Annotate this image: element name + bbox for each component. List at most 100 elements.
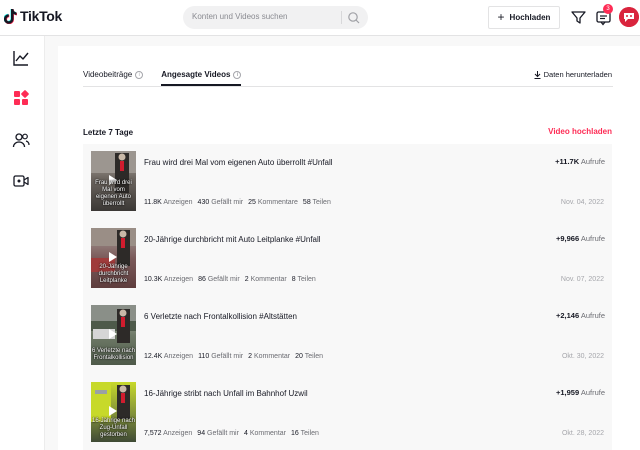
inbox-badge: 3 [603, 4, 613, 14]
analytics-chart-icon[interactable] [12, 49, 30, 67]
tab-label: Angesagte Videos [161, 70, 231, 79]
anzeigen-value: 11.8K [144, 199, 162, 206]
video-title[interactable]: Frau wird drei Mal vom eigenen Auto über… [144, 158, 333, 167]
views-delta: +9,966 Aufrufe [556, 234, 605, 243]
shares-label: Teilen [297, 276, 316, 283]
tiktok-note-icon [4, 8, 17, 24]
video-thumbnail[interactable]: 20-Jährige durchbricht Leitplanke [91, 228, 136, 288]
analytics-card: Videobeiträge i Angesagte Videos i Daten… [58, 46, 640, 450]
video-row[interactable]: 16-Jährige nach Zug-Unfall gestorben 16-… [83, 375, 612, 450]
video-stats: 7,572 Anzeigen 94 Gefällt mir 4 Kommenta… [144, 430, 319, 437]
info-icon[interactable]: i [135, 70, 144, 79]
play-icon [109, 252, 117, 262]
tab-bar: Videobeiträge i Angesagte Videos i [83, 70, 242, 86]
shares-value: 16 [291, 430, 299, 437]
play-icon [109, 406, 117, 416]
views-delta-label: Aufrufe [580, 234, 605, 243]
download-data-button[interactable]: Daten herunterladen [534, 70, 612, 79]
comments-label: Kommentar [253, 353, 291, 360]
anzeigen-label: Anzeigen [163, 353, 194, 360]
video-stats: 12.4K Anzeigen 110 Gefällt mir 2 Komment… [144, 353, 323, 360]
likes-label: Gefällt mir [207, 430, 239, 437]
video-thumbnail[interactable]: 16-Jährige nach Zug-Unfall gestorben [91, 382, 136, 442]
tab-angesagte-videos[interactable]: Angesagte Videos i [161, 70, 242, 86]
video-thumbnail[interactable]: 6 Verletzte nach Frontalkollision [91, 305, 136, 365]
comments-value: 4 [243, 430, 248, 437]
video-row[interactable]: 20-Jährige durchbricht Leitplanke 20-Jäh… [83, 221, 612, 298]
anzeigen-value: 7,572 [144, 430, 162, 437]
comments-label: Kommentare [257, 199, 298, 206]
views-delta-label: Aufrufe [580, 311, 605, 320]
shares-value: 58 [302, 199, 311, 206]
likes-value: 110 [198, 353, 210, 360]
video-date: Okt. 30, 2022 [561, 353, 604, 360]
play-icon [109, 329, 117, 339]
tab-label: Videobeiträge [83, 70, 133, 79]
shares-value: 20 [295, 353, 303, 360]
likes-label: Gefällt mir [207, 276, 240, 283]
anzeigen-label: Anzeigen [163, 276, 194, 283]
views-delta-label: Aufrufe [580, 388, 605, 397]
video-date: Okt. 28, 2022 [561, 430, 604, 437]
comments-value: 2 [244, 276, 249, 283]
comments-value: 2 [248, 353, 252, 360]
upload-button[interactable]: + Hochladen [488, 6, 560, 29]
likes-value: 86 [198, 276, 206, 283]
views-delta-value: +1,959 [555, 388, 580, 397]
download-label: Daten herunterladen [543, 70, 612, 79]
video-title[interactable]: 16-Jährige stribt nach Unfall im Bahnhof… [144, 389, 308, 398]
date-range-label: Letzte 7 Tage [83, 128, 134, 137]
video-title[interactable]: 6 Verletzte nach Frontalkollision #Altst… [144, 312, 297, 321]
comments-value: 25 [248, 199, 256, 206]
views-delta-value: +2,146 [555, 311, 580, 320]
views-delta-label: Aufrufe [580, 157, 605, 166]
video-list: Frau wird drei Mal vom eigenen Auto über… [83, 144, 612, 450]
shares-label: Teilen [304, 353, 324, 360]
views-delta-value: +11.7K [555, 157, 580, 166]
shares-label: Teilen [300, 430, 319, 437]
logo-text: TikTok [20, 8, 63, 24]
views-delta: +1,959 Aufrufe [556, 388, 605, 397]
avatar-logo-icon [619, 7, 639, 27]
search-icon[interactable] [346, 10, 362, 25]
info-icon[interactable]: i [233, 70, 242, 79]
search-input[interactable]: Konten und Videos suchen [192, 12, 287, 21]
thumbnail-caption: 6 Verletzte nach Frontalkollision [91, 348, 136, 361]
shares-value: 8 [291, 276, 296, 283]
anzeigen-label: Anzeigen [163, 199, 193, 206]
comments-label: Kommentar [250, 276, 287, 283]
search-divider [341, 11, 342, 24]
upload-label: Hochladen [509, 13, 551, 22]
thumbnail-caption: Frau wird drei Mal vom eigenen Auto über… [95, 180, 132, 207]
video-stats: 10.3K Anzeigen 86 Gefällt mir 2 Kommenta… [144, 276, 316, 283]
followers-icon[interactable] [12, 131, 30, 149]
video-thumbnail[interactable]: Frau wird drei Mal vom eigenen Auto über… [91, 151, 136, 211]
download-icon [534, 70, 541, 79]
tiktok-logo[interactable]: TikTok [4, 8, 62, 24]
upload-video-link[interactable]: Video hochladen [548, 127, 612, 136]
video-date: Nov. 07, 2022 [560, 276, 604, 283]
tab-videobeitraege[interactable]: Videobeiträge i [83, 70, 144, 85]
likes-label: Gefällt mir [211, 353, 244, 360]
video-row[interactable]: 6 Verletzte nach Frontalkollision 6 Verl… [83, 298, 612, 375]
top-bar: TikTok Konten und Videos suchen + Hochla… [0, 0, 640, 36]
anzeigen-label: Anzeigen [163, 430, 193, 437]
anzeigen-value: 10.3K [144, 276, 163, 283]
avatar[interactable] [619, 7, 639, 27]
video-row[interactable]: Frau wird drei Mal vom eigenen Auto über… [83, 144, 612, 221]
search-bar[interactable]: Konten und Videos suchen [183, 6, 368, 29]
views-delta-value: +9,966 [555, 234, 580, 243]
views-delta: +11.7K Aufrufe [555, 157, 605, 166]
comments-label: Kommentar [249, 430, 286, 437]
video-title[interactable]: 20-Jährige durchbricht mit Auto Leitplan… [144, 235, 321, 244]
plus-icon: + [497, 10, 505, 24]
likes-label: Gefällt mir [211, 199, 244, 206]
likes-value: 430 [197, 199, 210, 206]
video-date: Nov. 04, 2022 [560, 199, 604, 206]
likes-value: 94 [197, 430, 206, 437]
filter-send-icon[interactable] [570, 9, 587, 26]
video-stats: 11.8K Anzeigen 430 Gefällt mir 25 Kommen… [144, 199, 331, 206]
live-video-icon[interactable] [12, 172, 30, 190]
views-delta: +2,146 Aufrufe [556, 311, 605, 320]
content-grid-icon[interactable] [12, 89, 30, 107]
